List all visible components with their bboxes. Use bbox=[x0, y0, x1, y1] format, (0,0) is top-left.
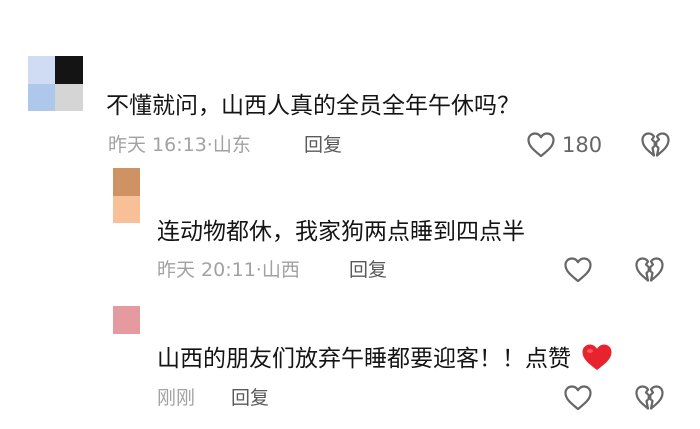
comment-text: 连动物都休，我家狗两点睡到四点半 bbox=[157, 219, 525, 245]
comment-text: 山西的朋友们放弃午睡都要迎客！！点赞 bbox=[157, 342, 614, 374]
comment-time: 刚刚 bbox=[157, 387, 196, 409]
like-count: 180 bbox=[562, 133, 603, 157]
avatar[interactable] bbox=[113, 306, 140, 334]
avatar-tile bbox=[55, 84, 83, 111]
reply-button[interactable]: 回复 bbox=[304, 132, 342, 158]
heart-icon[interactable] bbox=[563, 256, 593, 284]
comment-text-body: 山西的朋友们放弃午睡都要迎客！！点赞 bbox=[157, 346, 571, 372]
comment-meta: 刚刚 bbox=[157, 385, 195, 411]
heart-icon[interactable] bbox=[563, 384, 593, 412]
broken-heart-icon[interactable] bbox=[640, 131, 670, 159]
comment-location: 山东 bbox=[212, 134, 251, 156]
avatar[interactable] bbox=[28, 56, 83, 111]
comment-time: 昨天 20:11 bbox=[157, 259, 256, 281]
comment-text: 不懂就问，山西人真的全员全年午休吗？ bbox=[106, 93, 520, 119]
heart-icon[interactable] bbox=[526, 131, 556, 159]
avatar-tile bbox=[55, 56, 83, 84]
comment-meta: 昨天 20:11·山西 bbox=[157, 257, 300, 283]
avatar-tile bbox=[113, 306, 140, 334]
broken-heart-icon[interactable] bbox=[634, 256, 664, 284]
comment-meta: 昨天 16:13·山东 bbox=[108, 132, 251, 158]
comment-time: 昨天 16:13 bbox=[108, 134, 207, 156]
avatar-tile bbox=[113, 196, 140, 223]
avatar[interactable] bbox=[113, 168, 140, 223]
reply-button[interactable]: 回复 bbox=[349, 257, 387, 283]
broken-heart-icon[interactable] bbox=[634, 384, 664, 412]
avatar-tile bbox=[28, 84, 55, 111]
red-heart-emoji-icon bbox=[582, 344, 612, 370]
reply-button[interactable]: 回复 bbox=[231, 385, 269, 411]
avatar-tile bbox=[28, 56, 55, 84]
comment-location: 山西 bbox=[261, 259, 300, 281]
avatar-tile bbox=[113, 168, 140, 196]
